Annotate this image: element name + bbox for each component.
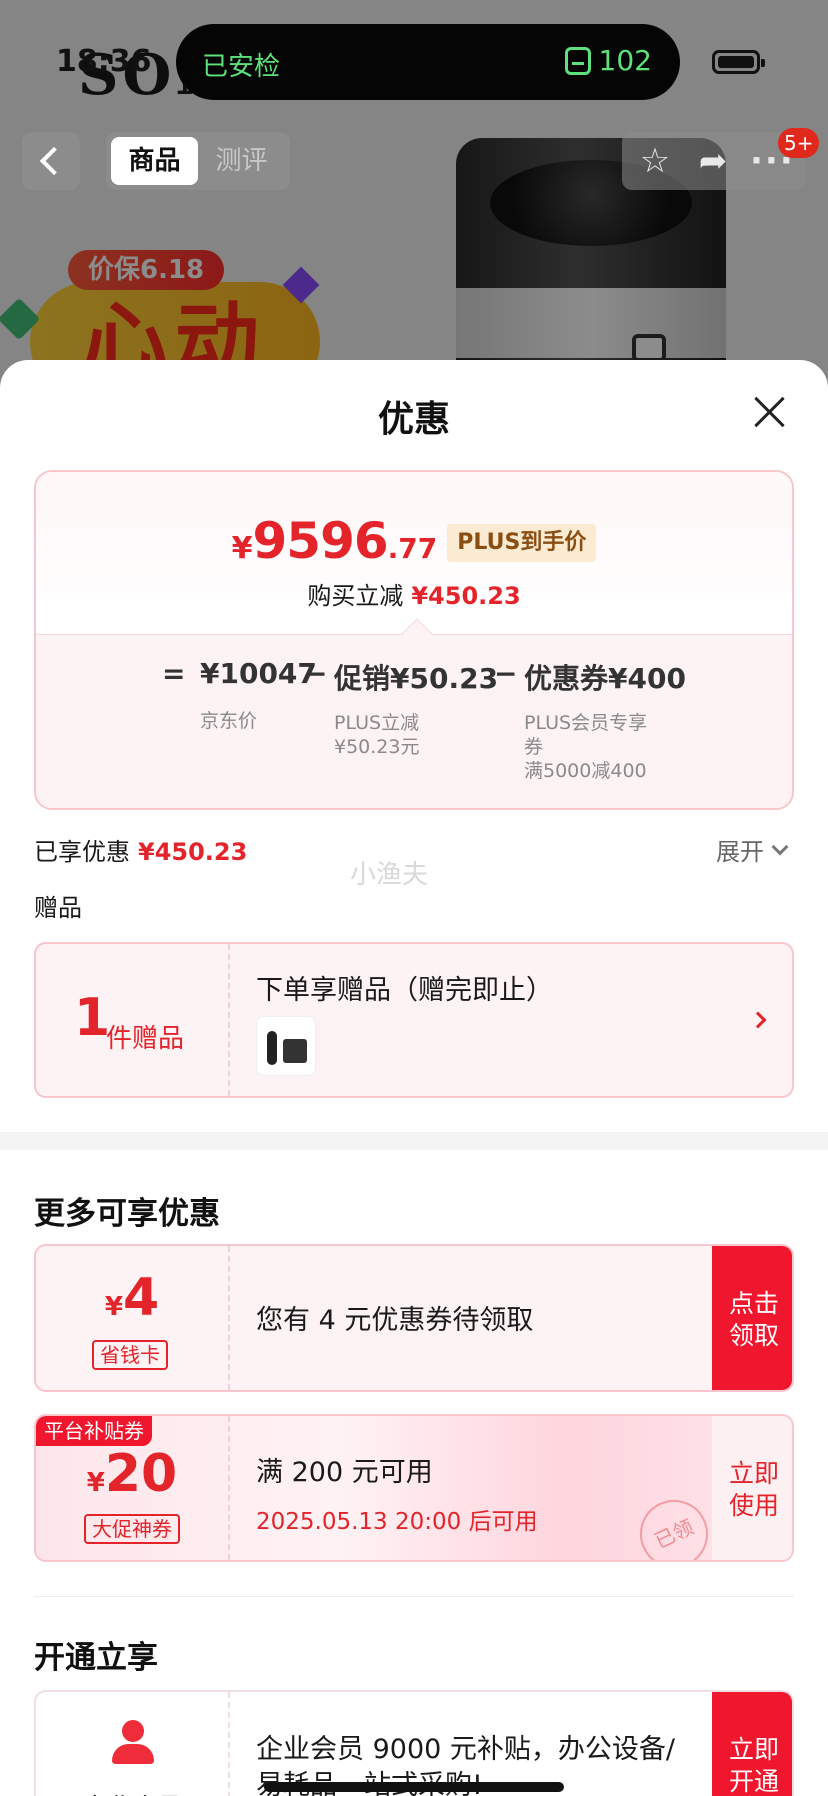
use-coupon-button[interactable]: 立即 使用 — [712, 1416, 792, 1560]
coupon-description: 您有 4 元优惠券待领取 — [256, 1305, 534, 1336]
expand-button[interactable]: 展开 — [716, 832, 789, 867]
section-divider — [0, 1132, 828, 1150]
coupon-amount: ¥20 — [86, 1444, 178, 1504]
tab-review[interactable]: 测评 — [198, 137, 285, 185]
coupon-card-saving: ¥4 省钱卡 您有 4 元优惠券待领取 点击 领取 — [34, 1244, 794, 1392]
claim-coupon-button[interactable]: 点击 领取 — [712, 1246, 792, 1390]
gift-thumbnail — [256, 1016, 316, 1076]
coupon-card-platform: ¥20 大促神券 平台补贴券 满 200 元可用 2025.05.13 20:0… — [34, 1414, 794, 1562]
coupon-sub-label-2: 券 — [524, 736, 544, 758]
formula-minus: − — [304, 657, 328, 690]
tab-product[interactable]: 商品 — [111, 137, 198, 185]
coupon-type: 省钱卡 — [92, 1340, 168, 1370]
battery-icon — [712, 50, 765, 74]
product-tabs: 商品 测评 — [106, 132, 290, 190]
gift-card[interactable]: 1 件赠品 下单享赠品（赠完即止） — [34, 942, 794, 1098]
open-benefits-heading: 开通立享 — [34, 1640, 158, 1676]
status-time: 18:36 — [56, 44, 152, 79]
coupon-type: 大促神券 — [84, 1514, 180, 1544]
coupon-valid-time: 2025.05.13 20:00 后可用 — [256, 1509, 538, 1535]
gift-description: 下单享赠品（赠完即止） — [256, 975, 553, 1006]
sheet-title: 优惠 — [377, 399, 450, 440]
watermark: 小渔夫 — [350, 860, 429, 890]
coupon-condition: 满 200 元可用 — [256, 1457, 433, 1488]
promo-sub-label: PLUS立减 — [334, 712, 420, 734]
price-formula: = ¥10047 − 促销¥50.23 − 优惠券¥400 京东价 PLUS立减… — [36, 618, 792, 808]
gift-unit: 件赠品 — [106, 1024, 185, 1054]
island-status-text: 已安检 — [202, 52, 281, 82]
plus-price-tag: PLUS到手价 — [447, 524, 597, 562]
formula-coupon: 优惠券¥400 — [524, 662, 686, 695]
platform-subsidy-tag: 平台补贴券 — [36, 1416, 152, 1446]
coupon-sub-condition: 满5000减400 — [524, 760, 647, 782]
formula-equals: = — [162, 657, 186, 690]
enterprise-label: 企业会员 — [36, 1788, 228, 1796]
island-train-info: 102 — [564, 44, 652, 77]
promo-sub-value: ¥50.23元 — [334, 736, 420, 758]
open-membership-button[interactable]: 立即 开通 — [712, 1692, 792, 1796]
final-price: ¥9596.77 — [231, 512, 438, 570]
jd-price-label: 京东价 — [200, 710, 258, 732]
discount-sheet: 优惠 ¥9596.77 PLUS到手价 购买立减 ¥450.23 = ¥10047… — [0, 360, 828, 1796]
gift-count: 1 — [74, 988, 111, 1048]
formula-jd-price: ¥10047 — [200, 657, 317, 690]
enjoyed-discount: 已享优惠 ¥450.23 — [34, 838, 248, 866]
price-breakdown-card: ¥9596.77 PLUS到手价 购买立减 ¥450.23 = ¥10047 − … — [34, 470, 794, 810]
enterprise-member-card: 企业会员 企业会员 9000 元补贴，办公设备/易耗品一站式采购! 立即 开通 — [34, 1690, 794, 1796]
dynamic-island: 已安检 102 — [176, 24, 680, 100]
claimed-stamp: 已领 — [628, 1488, 720, 1560]
formula-minus: − — [494, 657, 518, 690]
back-button[interactable] — [22, 132, 80, 190]
share-icon[interactable]: ➦ — [692, 140, 734, 182]
train-icon — [564, 46, 591, 75]
chevron-right-icon — [749, 1011, 767, 1029]
user-icon — [110, 1720, 156, 1766]
divider-line — [34, 1596, 794, 1597]
coupon-sub-label: PLUS会员专享 — [524, 712, 648, 734]
close-icon[interactable] — [752, 394, 788, 430]
notification-badge: 5+ — [778, 128, 820, 158]
gift-section-label: 赠品 — [34, 894, 82, 922]
island-number: 102 — [598, 44, 652, 77]
coupon-amount: ¥4 — [104, 1268, 160, 1328]
formula-promo: 促销¥50.23 — [334, 662, 499, 695]
home-indicator[interactable] — [264, 1782, 564, 1792]
more-discounts-heading: 更多可享优惠 — [34, 1196, 220, 1232]
favorite-star-icon[interactable]: ☆ — [634, 140, 676, 182]
chevron-down-icon — [771, 838, 789, 855]
reduce-summary: 购买立减 ¥450.23 — [307, 582, 521, 610]
